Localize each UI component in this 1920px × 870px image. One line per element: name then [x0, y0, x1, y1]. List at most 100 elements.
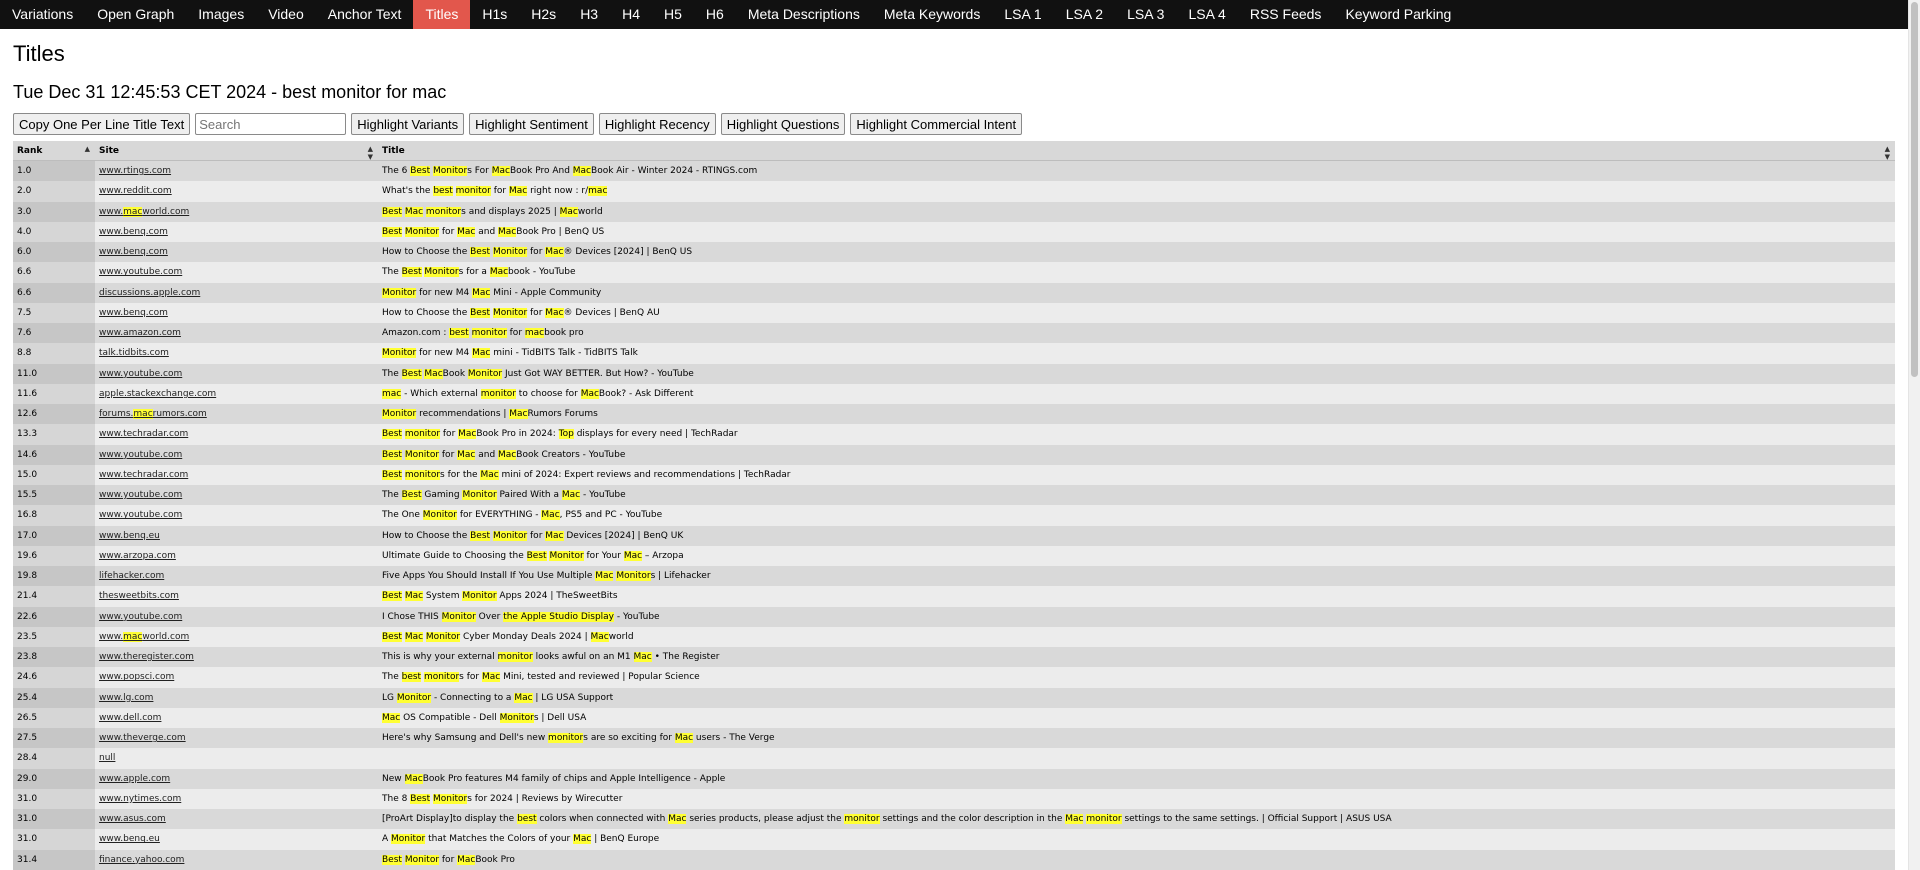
- rank-cell: 7.5: [13, 302, 95, 323]
- copy-titles-button[interactable]: Copy One Per Line Title Text: [13, 113, 191, 135]
- page-scrollbar[interactable]: [1908, 0, 1920, 870]
- site-link[interactable]: www.benq.com: [99, 227, 168, 237]
- keyword-highlight: Best: [382, 206, 402, 217]
- nav-tab-keyword-parking[interactable]: Keyword Parking: [1333, 0, 1463, 29]
- site-link[interactable]: www.lg.com: [99, 693, 153, 703]
- site-text: www.benq.eu: [99, 530, 160, 541]
- rank-cell: 3.0: [13, 201, 95, 222]
- highlight-sentiment-button[interactable]: Highlight Sentiment: [469, 113, 594, 135]
- site-link[interactable]: finance.yahoo.com: [99, 855, 184, 865]
- nav-tab-meta-descriptions[interactable]: Meta Descriptions: [736, 0, 872, 29]
- nav-tab-h1s[interactable]: H1s: [470, 0, 519, 29]
- title-column-header[interactable]: Title ▲ ▼: [378, 141, 1895, 161]
- site-link[interactable]: null: [99, 753, 115, 763]
- nav-tab-h2s[interactable]: H2s: [519, 0, 568, 29]
- site-link[interactable]: www.nytimes.com: [99, 794, 181, 804]
- site-link[interactable]: www.techradar.com: [99, 470, 188, 480]
- keyword-highlight: best: [433, 186, 453, 197]
- nav-tab-images[interactable]: Images: [186, 0, 256, 29]
- site-link[interactable]: www.macworld.com: [99, 631, 189, 642]
- nav-tab-titles[interactable]: Titles: [413, 0, 471, 29]
- site-link[interactable]: talk.tidbits.com: [99, 348, 169, 358]
- nav-tab-h5[interactable]: H5: [652, 0, 694, 29]
- highlight-questions-button[interactable]: Highlight Questions: [720, 113, 846, 135]
- site-text: www.youtube.com: [99, 368, 183, 379]
- site-link[interactable]: discussions.apple.com: [99, 288, 200, 298]
- title-text: for: [439, 854, 458, 865]
- nav-tab-rss-feeds[interactable]: RSS Feeds: [1238, 0, 1334, 29]
- rank-cell: 19.8: [13, 566, 95, 587]
- title-text: How to Choose the: [382, 247, 471, 258]
- site-link[interactable]: www.youtube.com: [99, 490, 182, 500]
- nav-tab-meta-keywords[interactable]: Meta Keywords: [872, 0, 992, 29]
- site-link[interactable]: www.benq.com: [99, 308, 168, 318]
- site-link[interactable]: www.youtube.com: [99, 612, 182, 622]
- scrollbar-thumb[interactable]: [1911, 2, 1918, 377]
- nav-tab-h4[interactable]: H4: [610, 0, 652, 29]
- title-text: The: [382, 368, 402, 379]
- nav-tab-open-graph[interactable]: Open Graph: [85, 0, 186, 29]
- keyword-highlight: Mac: [509, 409, 528, 420]
- site-link[interactable]: apple.stackexchange.com: [99, 389, 216, 399]
- nav-tab-h6[interactable]: H6: [694, 0, 736, 29]
- site-link[interactable]: thesweetbits.com: [99, 591, 179, 601]
- keyword-highlight: monitor: [497, 652, 533, 663]
- site-cell: thesweetbits.com: [95, 586, 378, 606]
- site-link[interactable]: www.benq.com: [99, 247, 168, 257]
- site-link[interactable]: www.benq.eu: [99, 834, 160, 844]
- site-link[interactable]: forums.macrumors.com: [99, 409, 207, 420]
- rank-column-header[interactable]: Rank ▲: [13, 141, 95, 161]
- highlight-variants-button[interactable]: Highlight Variants: [351, 113, 465, 135]
- site-link[interactable]: www.rtings.com: [99, 166, 171, 176]
- site-link[interactable]: www.benq.eu: [99, 531, 160, 541]
- title-cell: The Best MacBook Monitor Just Got WAY BE…: [378, 364, 1895, 384]
- rank-cell: 27.5: [13, 728, 95, 749]
- site-link[interactable]: lifehacker.com: [99, 571, 164, 581]
- site-link[interactable]: www.theregister.com: [99, 652, 194, 662]
- site-link[interactable]: www.youtube.com: [99, 369, 182, 379]
- site-link[interactable]: www.popsci.com: [99, 672, 174, 682]
- site-text: www.lg.com: [99, 692, 154, 703]
- highlight-commercial-intent-button[interactable]: Highlight Commercial Intent: [850, 113, 1023, 135]
- title-text: I Chose THIS: [382, 611, 442, 622]
- keyword-highlight: Monitor: [492, 247, 528, 258]
- table-row: 15.0 www.techradar.com Best monitors for t…: [13, 464, 1895, 485]
- keyword-highlight: Mac: [674, 733, 694, 744]
- site-link[interactable]: www.dell.com: [99, 713, 161, 723]
- site-link[interactable]: www.arzopa.com: [99, 551, 176, 561]
- keyword-highlight: monitor: [425, 206, 462, 217]
- site-link[interactable]: www.apple.com: [99, 774, 170, 784]
- title-text: s for the: [440, 469, 481, 480]
- site-link[interactable]: www.reddit.com: [99, 186, 172, 196]
- site-link[interactable]: www.youtube.com: [99, 510, 182, 520]
- site-column-header[interactable]: Site ▲ ▼: [95, 141, 378, 161]
- site-link[interactable]: www.techradar.com: [99, 429, 188, 439]
- title-text: Book: [442, 368, 468, 379]
- site-link[interactable]: www.youtube.com: [99, 267, 182, 277]
- highlight-button-group: Highlight Variants Highlight Sentiment Hig…: [351, 113, 1023, 135]
- table-row: 4.0 www.benq.com Best Monitor for Mac and …: [13, 221, 1895, 242]
- site-link[interactable]: www.asus.com: [99, 814, 166, 824]
- site-cell: www.amazon.com: [95, 323, 378, 343]
- nav-tab-h3[interactable]: H3: [568, 0, 610, 29]
- nav-tab-lsa-1[interactable]: LSA 1: [992, 0, 1053, 29]
- nav-tab-lsa-4[interactable]: LSA 4: [1176, 0, 1237, 29]
- title-cell: [ProArt Display]to display the best colo…: [378, 809, 1895, 829]
- site-link[interactable]: www.youtube.com: [99, 450, 182, 460]
- highlight-recency-button[interactable]: Highlight Recency: [598, 113, 716, 135]
- keyword-highlight: the Apple Studio Display: [503, 611, 614, 622]
- site-link[interactable]: www.theverge.com: [99, 733, 186, 743]
- site-link[interactable]: www.macworld.com: [99, 206, 189, 217]
- site-link[interactable]: www.amazon.com: [99, 328, 181, 338]
- nav-tab-anchor-text[interactable]: Anchor Text: [316, 0, 414, 29]
- search-input[interactable]: [195, 113, 347, 135]
- keyword-highlight: Mac: [457, 449, 476, 460]
- nav-tab-video[interactable]: Video: [256, 0, 316, 29]
- rank-cell: 15.0: [13, 464, 95, 485]
- nav-tab-variations[interactable]: Variations: [0, 0, 85, 29]
- table-row: 3.0 www.macworld.com Best Mac monitors and…: [13, 201, 1895, 222]
- site-cell: www.theregister.com: [95, 647, 378, 667]
- nav-tab-lsa-2[interactable]: LSA 2: [1054, 0, 1115, 29]
- site-text: www.reddit.com: [99, 186, 172, 197]
- nav-tab-lsa-3[interactable]: LSA 3: [1115, 0, 1176, 29]
